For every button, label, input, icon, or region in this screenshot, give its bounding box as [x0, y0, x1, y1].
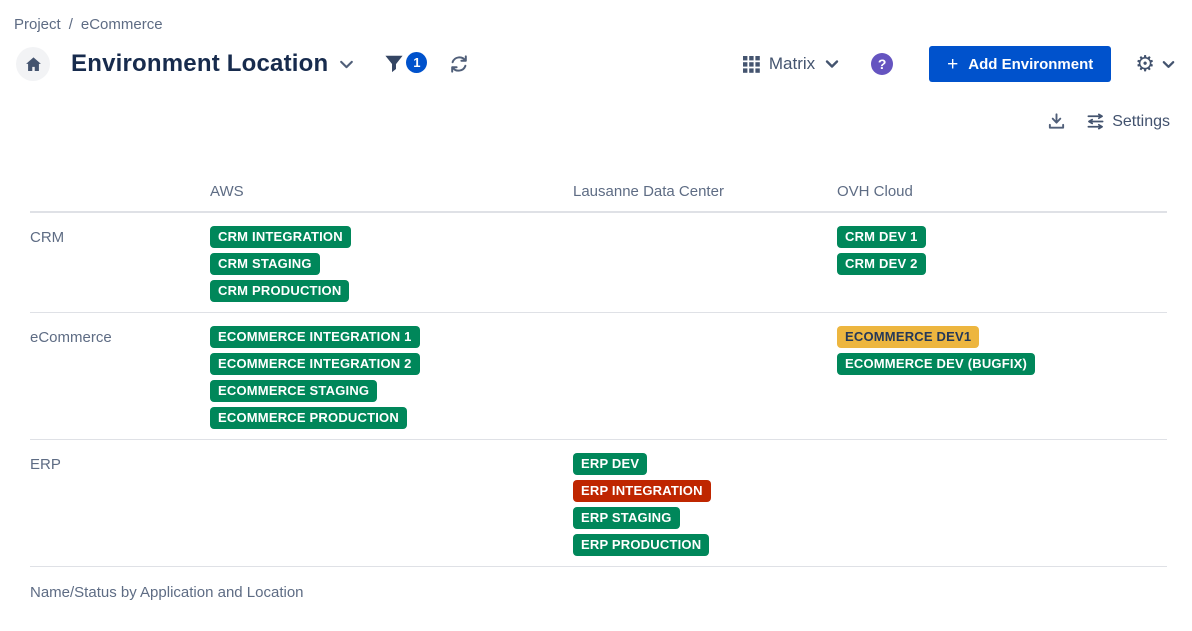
add-environment-button[interactable]: + Add Environment — [929, 46, 1111, 82]
matrix-body: CRMCRM INTEGRATION CRM STAGING CRM PRODUCT… — [30, 213, 1167, 567]
breadcrumb-current-link[interactable]: eCommerce — [81, 16, 163, 33]
gear-icon: ⚙ — [1135, 53, 1155, 75]
environment-badge[interactable]: ERP STAGING — [573, 507, 680, 529]
settings-label: Settings — [1112, 113, 1170, 131]
matrix-header: AWSLausanne Data CenterOVH Cloud — [30, 183, 1167, 213]
chevron-down-icon — [824, 56, 840, 72]
refresh-button[interactable] — [449, 54, 469, 74]
home-icon — [24, 55, 43, 74]
filter-funnel-icon — [383, 53, 405, 75]
view-label: Matrix — [769, 54, 815, 74]
matrix-cell — [210, 453, 573, 556]
header-actions: Matrix ? + Add Environment ⚙ — [743, 46, 1176, 82]
environment-matrix: AWSLausanne Data CenterOVH Cloud CRMCRM … — [30, 183, 1167, 601]
environment-badge[interactable]: ECOMMERCE INTEGRATION 1 — [210, 326, 420, 348]
filter-count-badge: 1 — [406, 52, 427, 73]
environment-badge[interactable]: ECOMMERCE STAGING — [210, 380, 377, 402]
environment-badge[interactable]: ERP PRODUCTION — [573, 534, 709, 556]
environment-badge[interactable]: CRM PRODUCTION — [210, 280, 349, 302]
chevron-down-icon — [1161, 57, 1176, 72]
page-header: Environment Location 1 — [16, 46, 1176, 82]
help-button[interactable]: ? — [871, 53, 893, 75]
plus-icon: + — [947, 55, 958, 74]
matrix-row: CRMCRM INTEGRATION CRM STAGING CRM PRODUCT… — [30, 213, 1167, 313]
matrix-cell — [573, 226, 837, 302]
question-mark-icon: ? — [878, 56, 887, 72]
row-label: eCommerce — [30, 326, 210, 429]
environment-badge[interactable]: ECOMMERCE INTEGRATION 2 — [210, 353, 420, 375]
matrix-cell: CRM DEV 1 CRM DEV 2 — [837, 226, 1167, 302]
matrix-settings-button[interactable]: Settings — [1086, 112, 1170, 131]
column-header: Lausanne Data Center — [573, 183, 837, 200]
environment-badge[interactable]: CRM INTEGRATION — [210, 226, 351, 248]
download-icon — [1047, 112, 1066, 131]
grid-view-icon — [743, 56, 760, 73]
matrix-cell: ECOMMERCE INTEGRATION 1 ECOMMERCE INTEGRA… — [210, 326, 573, 429]
matrix-row: eCommerceECOMMERCE INTEGRATION 1ECOMMERC… — [30, 313, 1167, 440]
home-button[interactable] — [16, 47, 50, 81]
column-header: OVH Cloud — [837, 183, 1167, 200]
environment-badge[interactable]: CRM STAGING — [210, 253, 320, 275]
breadcrumb-separator: / — [69, 16, 73, 33]
matrix-caption: Name/Status by Application and Location — [30, 584, 1167, 601]
matrix-cell — [573, 326, 837, 429]
column-header-spacer — [30, 183, 210, 200]
environment-badge[interactable]: ERP INTEGRATION — [573, 480, 711, 502]
environment-badge[interactable]: ECOMMERCE PRODUCTION — [210, 407, 407, 429]
download-button[interactable] — [1047, 112, 1066, 131]
matrix-toolbar: Settings — [0, 112, 1170, 131]
chevron-down-icon — [338, 56, 355, 73]
breadcrumb: Project / eCommerce — [0, 0, 1192, 33]
page-title: Environment Location — [71, 50, 328, 78]
sliders-icon — [1086, 112, 1105, 131]
matrix-cell — [837, 453, 1167, 556]
row-label: CRM — [30, 226, 210, 302]
matrix-cell: CRM INTEGRATION CRM STAGING CRM PRODUCTION — [210, 226, 573, 302]
environment-badge[interactable]: ECOMMERCE DEV (BUGFIX) — [837, 353, 1035, 375]
settings-menu-button[interactable]: ⚙ — [1135, 53, 1176, 75]
environment-badge[interactable]: CRM DEV 2 — [837, 253, 926, 275]
filter-button[interactable]: 1 — [383, 53, 427, 75]
add-environment-label: Add Environment — [968, 56, 1093, 73]
environment-badge[interactable]: CRM DEV 1 — [837, 226, 926, 248]
matrix-row: ERPERP DEVERP INTEGRATIONERP STAGINGERP … — [30, 440, 1167, 567]
environment-badge[interactable]: ECOMMERCE DEV1 — [837, 326, 979, 348]
row-label: ERP — [30, 453, 210, 556]
view-switcher[interactable]: Matrix — [743, 54, 840, 74]
matrix-cell: ECOMMERCE DEV1 ECOMMERCE DEV (BUGFIX) — [837, 326, 1167, 429]
environment-badge[interactable]: ERP DEV — [573, 453, 647, 475]
refresh-icon — [449, 54, 469, 74]
breadcrumb-project-link[interactable]: Project — [14, 16, 61, 33]
column-header: AWS — [210, 183, 573, 200]
matrix-cell: ERP DEV ERP INTEGRATION ERP STAGING ERP PRO… — [573, 453, 837, 556]
title-dropdown[interactable] — [338, 56, 355, 73]
